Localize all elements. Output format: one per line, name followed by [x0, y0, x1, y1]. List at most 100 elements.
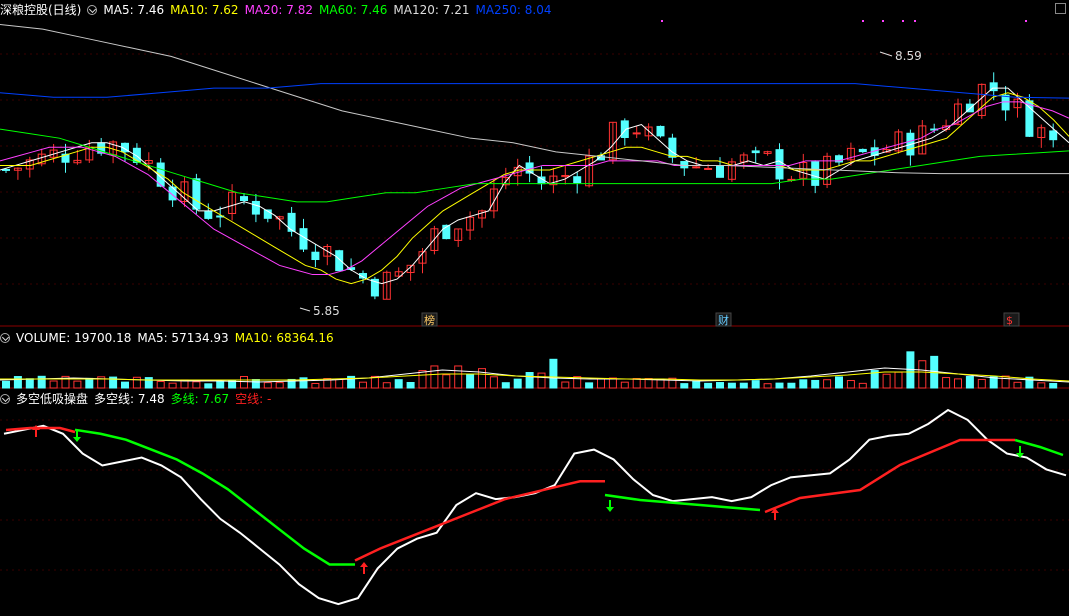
volume-bar: [168, 382, 177, 389]
candle-body: [1049, 130, 1058, 141]
duo-line-3: [1014, 438, 1064, 457]
buy-arrow-icon-2: [360, 562, 368, 574]
volume-bar: [382, 382, 391, 389]
ma-label-5: MA250: 8.04: [475, 3, 552, 17]
volume-bar: [799, 379, 808, 389]
volume-bar: [73, 380, 82, 389]
event-marker-0: 榜: [424, 313, 435, 327]
volume-bar: [144, 377, 153, 389]
volume-bar: [240, 376, 248, 389]
volume-bar: [501, 382, 510, 389]
stock-title[interactable]: 深粮控股(日线): [0, 3, 81, 17]
volume-bar: [311, 382, 320, 389]
ma-label-3: MA60: 7.46: [319, 3, 388, 17]
candle-body: [632, 132, 641, 135]
volume-bar: [763, 383, 772, 389]
volume-bar: [442, 374, 451, 389]
volume-bar: [275, 382, 284, 389]
volume-bar: [656, 379, 665, 389]
volume-bar: [121, 381, 129, 389]
volume-bar: [620, 381, 629, 389]
candle-body: [775, 149, 784, 180]
volume-bar: [85, 377, 94, 389]
volume-bar: [597, 378, 605, 389]
duo-value: 多线: 7.67: [170, 392, 230, 406]
volume-ma5: MA5: 57134.93: [137, 331, 229, 345]
volume-bar: [216, 380, 225, 389]
volume-bar: [394, 379, 403, 389]
volume-bar: [537, 372, 546, 389]
kong-value: 空线: -: [235, 392, 272, 406]
volume-bar: [1013, 381, 1022, 389]
volume-bar: [466, 373, 475, 389]
volume-bar: [1049, 382, 1058, 389]
volume-bar: [549, 358, 558, 389]
top-dot-5: [1025, 20, 1027, 22]
volume-bar: [513, 378, 522, 389]
ma-label-0: MA5: 7.46: [103, 3, 165, 17]
volume-bar: [192, 381, 201, 389]
volume-bar: [835, 376, 843, 389]
ma-label-4: MA120: 7.21: [393, 3, 470, 17]
volume-bar: [846, 380, 855, 389]
indicator-header: 多空低吸操盘 多空线: 7.48 多线: 7.67 空线: -: [0, 391, 277, 407]
high-label: 8.59: [895, 49, 922, 63]
candle-body: [811, 161, 820, 186]
volume-bar: [335, 378, 344, 389]
indicator-collapse-icon[interactable]: [0, 394, 10, 404]
volume-value: VOLUME: 19700.18: [16, 331, 132, 345]
ma-label-1: MA10: 7.62: [170, 3, 239, 17]
volume-bar: [965, 375, 974, 389]
maximize-icon[interactable]: [1055, 3, 1066, 14]
volume-bar: [25, 378, 34, 389]
volume-bar: [359, 381, 367, 389]
volume-bar: [787, 382, 796, 389]
candle-body: [668, 137, 677, 158]
volume-bar: [632, 378, 641, 389]
volume-bar: [680, 383, 689, 389]
top-dot-3: [902, 20, 904, 22]
duo-line-2: [604, 493, 761, 512]
volume-bar: [692, 380, 701, 389]
candle-body: [656, 125, 665, 137]
top-dot-2: [882, 20, 884, 22]
ma-line-MA20: [0, 101, 1069, 276]
collapse-icon[interactable]: [87, 5, 98, 15]
volume-bar: [585, 382, 594, 389]
candle-body: [2, 168, 10, 171]
volume-bar: [49, 380, 58, 389]
event-marker-1: 财: [718, 313, 729, 327]
candle-body: [704, 167, 713, 170]
kong-line-2: [354, 480, 605, 562]
candle-body: [251, 200, 260, 215]
volume-bar: [37, 375, 46, 389]
volume-bar: [775, 382, 784, 389]
main-header: 深粮控股(日线) MA5: 7.46 MA10: 7.62 MA20: 7.82 MA6…: [0, 2, 564, 18]
top-dot-4: [914, 20, 916, 22]
candle-body: [335, 250, 344, 272]
volume-bar: [882, 373, 891, 389]
volume-bar: [918, 360, 927, 389]
volume-bar: [430, 365, 439, 389]
candle-body: [204, 211, 213, 219]
volume-bar: [977, 378, 986, 389]
candle-body: [751, 150, 760, 154]
volume-bar: [1037, 382, 1046, 389]
volume-bar: [704, 382, 713, 389]
duokong-value: 多空线: 7.48: [94, 392, 165, 406]
volume-collapse-icon[interactable]: [0, 333, 10, 343]
candle-body: [573, 176, 582, 184]
candle-body: [192, 178, 201, 210]
event-marker-2: $: [1006, 314, 1013, 327]
volume-bar: [406, 382, 415, 389]
volume-bar: [561, 381, 570, 389]
ma-line-MA10: [0, 92, 1069, 285]
volume-bar: [894, 371, 903, 389]
candle-body: [680, 161, 689, 169]
low-pointer: [299, 307, 311, 312]
volume-bar: [942, 377, 951, 389]
candle-body: [311, 251, 320, 261]
top-dot-1: [862, 20, 864, 22]
ma-label-2: MA20: 7.82: [244, 3, 313, 17]
high-pointer: [879, 51, 893, 57]
